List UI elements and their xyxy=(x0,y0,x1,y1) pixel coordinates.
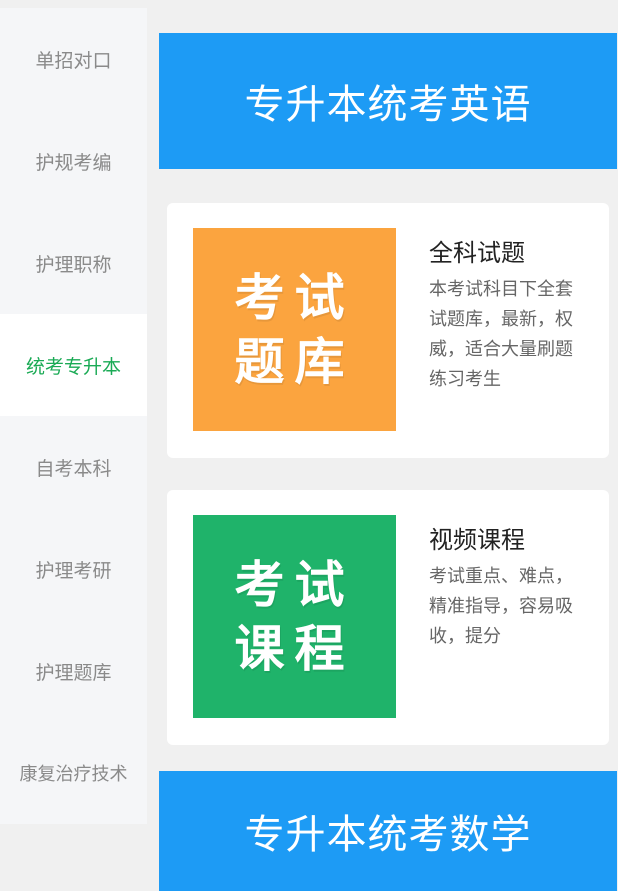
thumbnail-text-line1: 考试 xyxy=(234,268,355,327)
sidebar-item-tong-kao-zhuan-sheng-ben[interactable]: 统考专升本 xyxy=(0,314,147,416)
sidebar-item-hu-li-ti-ku[interactable]: 护理题库 xyxy=(0,620,147,722)
card-description: 本考试科目下全套试题库，最新，权威，适合大量刷题练习考生 xyxy=(429,279,573,390)
category-sidebar: 单招对口 护规考编 护理职称 统考专升本 自考本科 护理考研 护理题库 康复治疗… xyxy=(0,8,147,824)
sidebar-item-hu-li-kao-yan[interactable]: 护理考研 xyxy=(0,518,147,620)
sidebar-item-zi-kao-ben-ke[interactable]: 自考本科 xyxy=(0,416,147,518)
question-bank-thumbnail: 考试 题库 xyxy=(193,228,396,431)
thumbnail-text-line1: 考试 xyxy=(234,555,355,614)
thumbnail-text-line2: 课程 xyxy=(234,619,355,678)
sidebar-item-dan-zhao-dui-kou[interactable]: 单招对口 xyxy=(0,8,147,110)
question-bank-card[interactable]: 考试 题库 全科试题 本考试科目下全套试题库，最新，权威，适合大量刷题练习考生 xyxy=(167,203,609,458)
math-subject-banner[interactable]: 专升本统考数学 xyxy=(159,771,617,891)
video-course-card[interactable]: 考试 课程 视频课程 考试重点、难点，精准指导，容易吸收，提分 xyxy=(167,490,609,745)
sidebar-item-kang-fu-zhi-liao[interactable]: 康复治疗技术 xyxy=(0,722,147,824)
sidebar-item-hu-gui-kao-bian[interactable]: 护规考编 xyxy=(0,110,147,212)
card-description: 考试重点、难点，精准指导，容易吸收，提分 xyxy=(429,566,573,647)
video-course-thumbnail: 考试 课程 xyxy=(193,515,396,718)
card-title: 全科试题 xyxy=(429,239,525,267)
thumbnail-text-line2: 题库 xyxy=(234,332,355,391)
card-title: 视频课程 xyxy=(429,526,525,554)
english-subject-banner[interactable]: 专升本统考英语 xyxy=(159,33,617,169)
sidebar-item-hu-li-zhi-cheng[interactable]: 护理职称 xyxy=(0,212,147,314)
main-content: 专升本统考英语 考试 题库 全科试题 本考试科目下全套试题库，最新，权威，适合大… xyxy=(159,0,618,891)
